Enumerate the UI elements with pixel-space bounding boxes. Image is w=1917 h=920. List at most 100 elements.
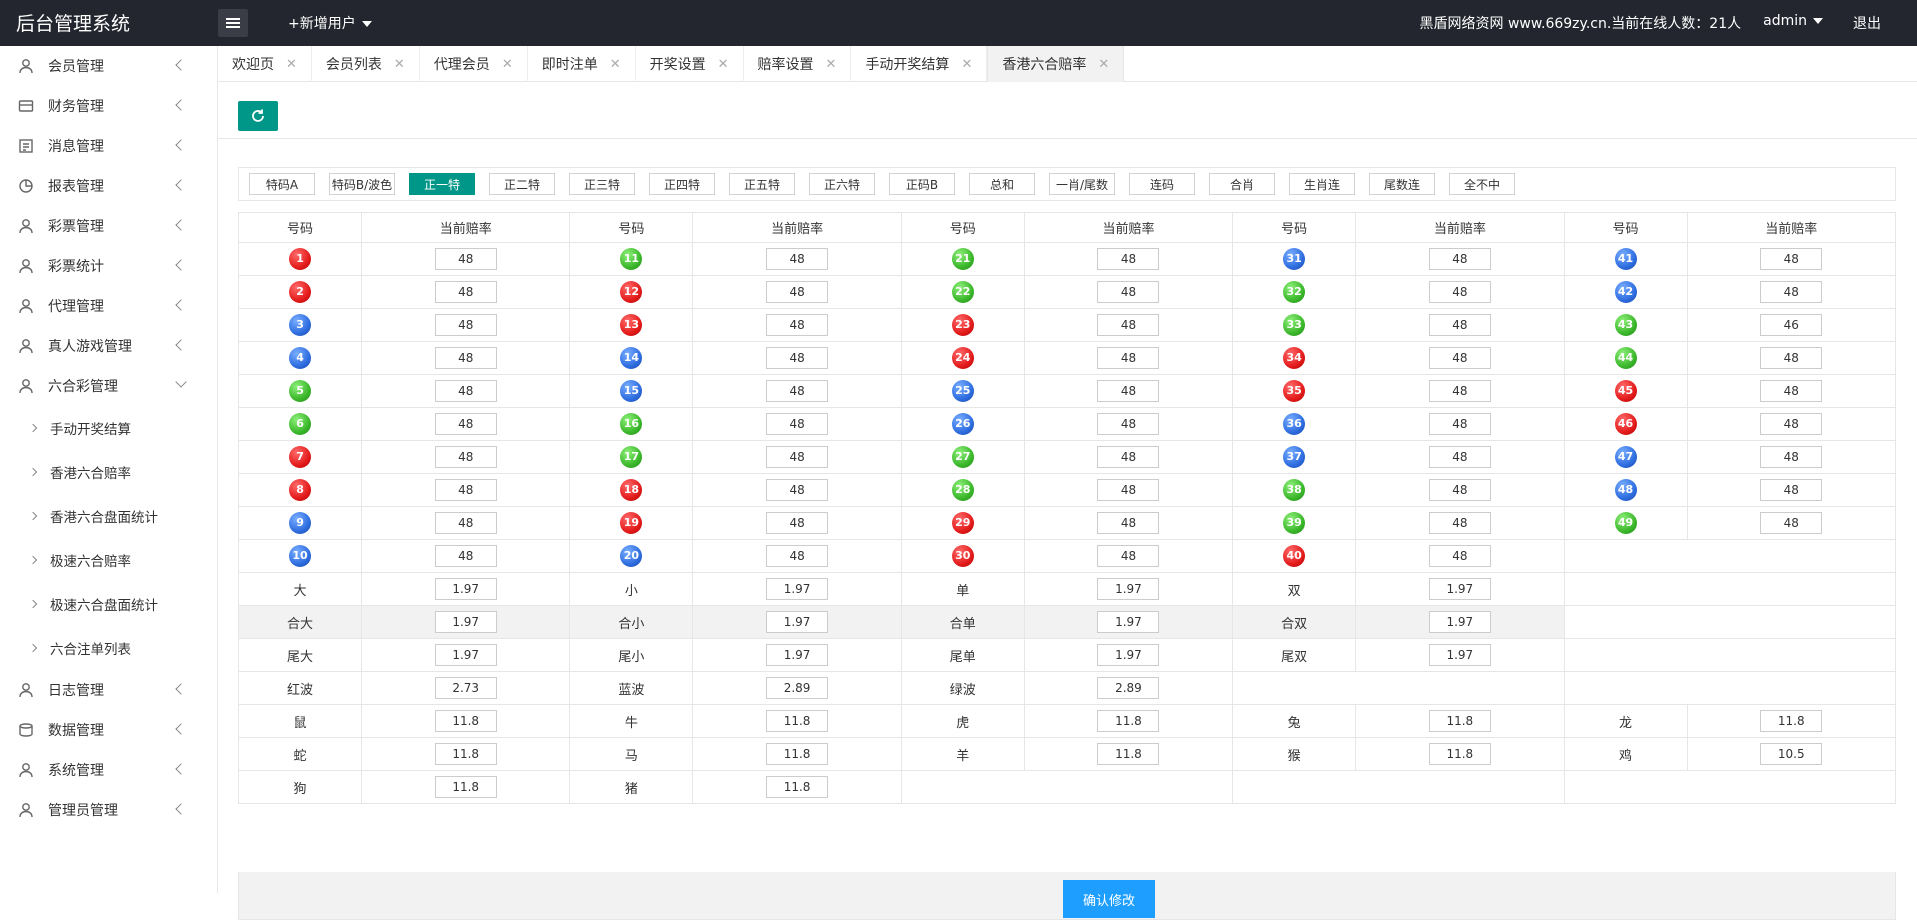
tab[interactable]: 会员列表 ✕ [312, 46, 420, 82]
odds-input[interactable] [1097, 314, 1160, 336]
odds-input[interactable] [766, 710, 829, 732]
filter-button[interactable]: 正二特 [489, 173, 555, 195]
odds-input[interactable] [1097, 677, 1160, 699]
odds-input[interactable] [766, 611, 829, 633]
odds-input[interactable] [766, 545, 829, 567]
odds-input[interactable] [1428, 578, 1491, 600]
odds-input[interactable] [766, 446, 829, 468]
close-icon[interactable]: ✕ [1098, 57, 1109, 72]
odds-input[interactable] [434, 479, 497, 501]
odds-input[interactable] [766, 479, 829, 501]
odds-input[interactable] [1097, 644, 1160, 666]
filter-button[interactable]: 特码B/波色 [329, 173, 395, 195]
odds-input[interactable] [1097, 281, 1160, 303]
odds-input[interactable] [766, 314, 829, 336]
add-user-menu[interactable]: +新增用户 [288, 13, 372, 33]
refresh-button[interactable] [238, 101, 278, 131]
odds-input[interactable] [1428, 644, 1491, 666]
odds-input[interactable] [766, 743, 829, 765]
odds-input[interactable] [1760, 710, 1823, 732]
sidebar-item[interactable]: 代理管理 [0, 286, 217, 326]
odds-input[interactable] [434, 677, 497, 699]
odds-input[interactable] [1428, 545, 1491, 567]
sidebar-item[interactable]: 彩票统计 [0, 246, 217, 286]
sidebar-item[interactable]: 系统管理 [0, 750, 217, 790]
tab[interactable]: 手动开奖结算 ✕ [851, 46, 988, 82]
odds-input[interactable] [1097, 380, 1160, 402]
logout-link[interactable]: 退出 [1853, 13, 1881, 33]
odds-input[interactable] [766, 578, 829, 600]
sidebar-subitem[interactable]: 香港六合盘面统计 [0, 494, 217, 538]
odds-input[interactable] [766, 677, 829, 699]
odds-input[interactable] [1097, 710, 1160, 732]
odds-input[interactable] [434, 644, 497, 666]
odds-input[interactable] [434, 248, 497, 270]
odds-input[interactable] [1760, 446, 1823, 468]
sidebar-item[interactable]: 六合彩管理 [0, 366, 217, 406]
odds-input[interactable] [434, 545, 497, 567]
odds-input[interactable] [766, 776, 829, 798]
odds-input[interactable] [1760, 743, 1823, 765]
filter-button[interactable]: 正五特 [729, 173, 795, 195]
filter-button[interactable]: 合肖 [1209, 173, 1275, 195]
tab[interactable]: 欢迎页 ✕ [218, 46, 312, 82]
odds-input[interactable] [434, 743, 497, 765]
filter-button[interactable]: 全不中 [1449, 173, 1515, 195]
odds-input[interactable] [1428, 512, 1491, 534]
odds-input[interactable] [1097, 578, 1160, 600]
tab[interactable]: 香港六合赔率 ✕ [987, 46, 1125, 82]
sidebar-item[interactable]: 管理员管理 [0, 790, 217, 830]
odds-input[interactable] [1097, 413, 1160, 435]
tab[interactable]: 赔率设置 ✕ [744, 46, 852, 82]
odds-input[interactable] [434, 578, 497, 600]
filter-button[interactable]: 正三特 [569, 173, 635, 195]
admin-menu[interactable]: admin [1763, 13, 1823, 33]
menu-toggle-button[interactable] [218, 9, 248, 37]
close-icon[interactable]: ✕ [394, 57, 405, 72]
filter-button[interactable]: 正码B [889, 173, 955, 195]
odds-input[interactable] [1760, 347, 1823, 369]
odds-input[interactable] [1428, 743, 1491, 765]
odds-input[interactable] [766, 512, 829, 534]
close-icon[interactable]: ✕ [826, 57, 837, 72]
odds-input[interactable] [1097, 743, 1160, 765]
odds-input[interactable] [1428, 314, 1491, 336]
odds-input[interactable] [1760, 512, 1823, 534]
filter-button[interactable]: 生肖连 [1289, 173, 1355, 195]
odds-input[interactable] [1428, 446, 1491, 468]
close-icon[interactable]: ✕ [961, 57, 972, 72]
odds-input[interactable] [434, 347, 497, 369]
odds-input[interactable] [766, 644, 829, 666]
odds-input[interactable] [434, 776, 497, 798]
odds-input[interactable] [766, 281, 829, 303]
odds-input[interactable] [434, 413, 497, 435]
odds-input[interactable] [766, 248, 829, 270]
sidebar-subitem[interactable]: 手动开奖结算 [0, 406, 217, 450]
odds-input[interactable] [1097, 512, 1160, 534]
tab[interactable]: 代理会员 ✕ [420, 46, 528, 82]
odds-input[interactable] [1097, 611, 1160, 633]
odds-input[interactable] [1097, 479, 1160, 501]
sidebar-subitem[interactable]: 极速六合盘面统计 [0, 582, 217, 626]
odds-input[interactable] [1097, 248, 1160, 270]
odds-input[interactable] [1428, 281, 1491, 303]
sidebar-item[interactable]: 会员管理 [0, 46, 217, 86]
odds-input[interactable] [434, 281, 497, 303]
filter-button[interactable]: 尾数连 [1369, 173, 1435, 195]
odds-input[interactable] [434, 446, 497, 468]
close-icon[interactable]: ✕ [610, 57, 621, 72]
odds-input[interactable] [1760, 314, 1823, 336]
odds-input[interactable] [766, 380, 829, 402]
odds-input[interactable] [1428, 479, 1491, 501]
odds-input[interactable] [766, 413, 829, 435]
filter-button[interactable]: 正六特 [809, 173, 875, 195]
sidebar-subitem[interactable]: 香港六合赔率 [0, 450, 217, 494]
odds-input[interactable] [1428, 611, 1491, 633]
odds-input[interactable] [434, 314, 497, 336]
odds-input[interactable] [434, 611, 497, 633]
odds-input[interactable] [1760, 479, 1823, 501]
odds-input[interactable] [766, 347, 829, 369]
odds-input[interactable] [1760, 281, 1823, 303]
tab[interactable]: 即时注单 ✕ [528, 46, 636, 82]
filter-button[interactable]: 特码A [249, 173, 315, 195]
